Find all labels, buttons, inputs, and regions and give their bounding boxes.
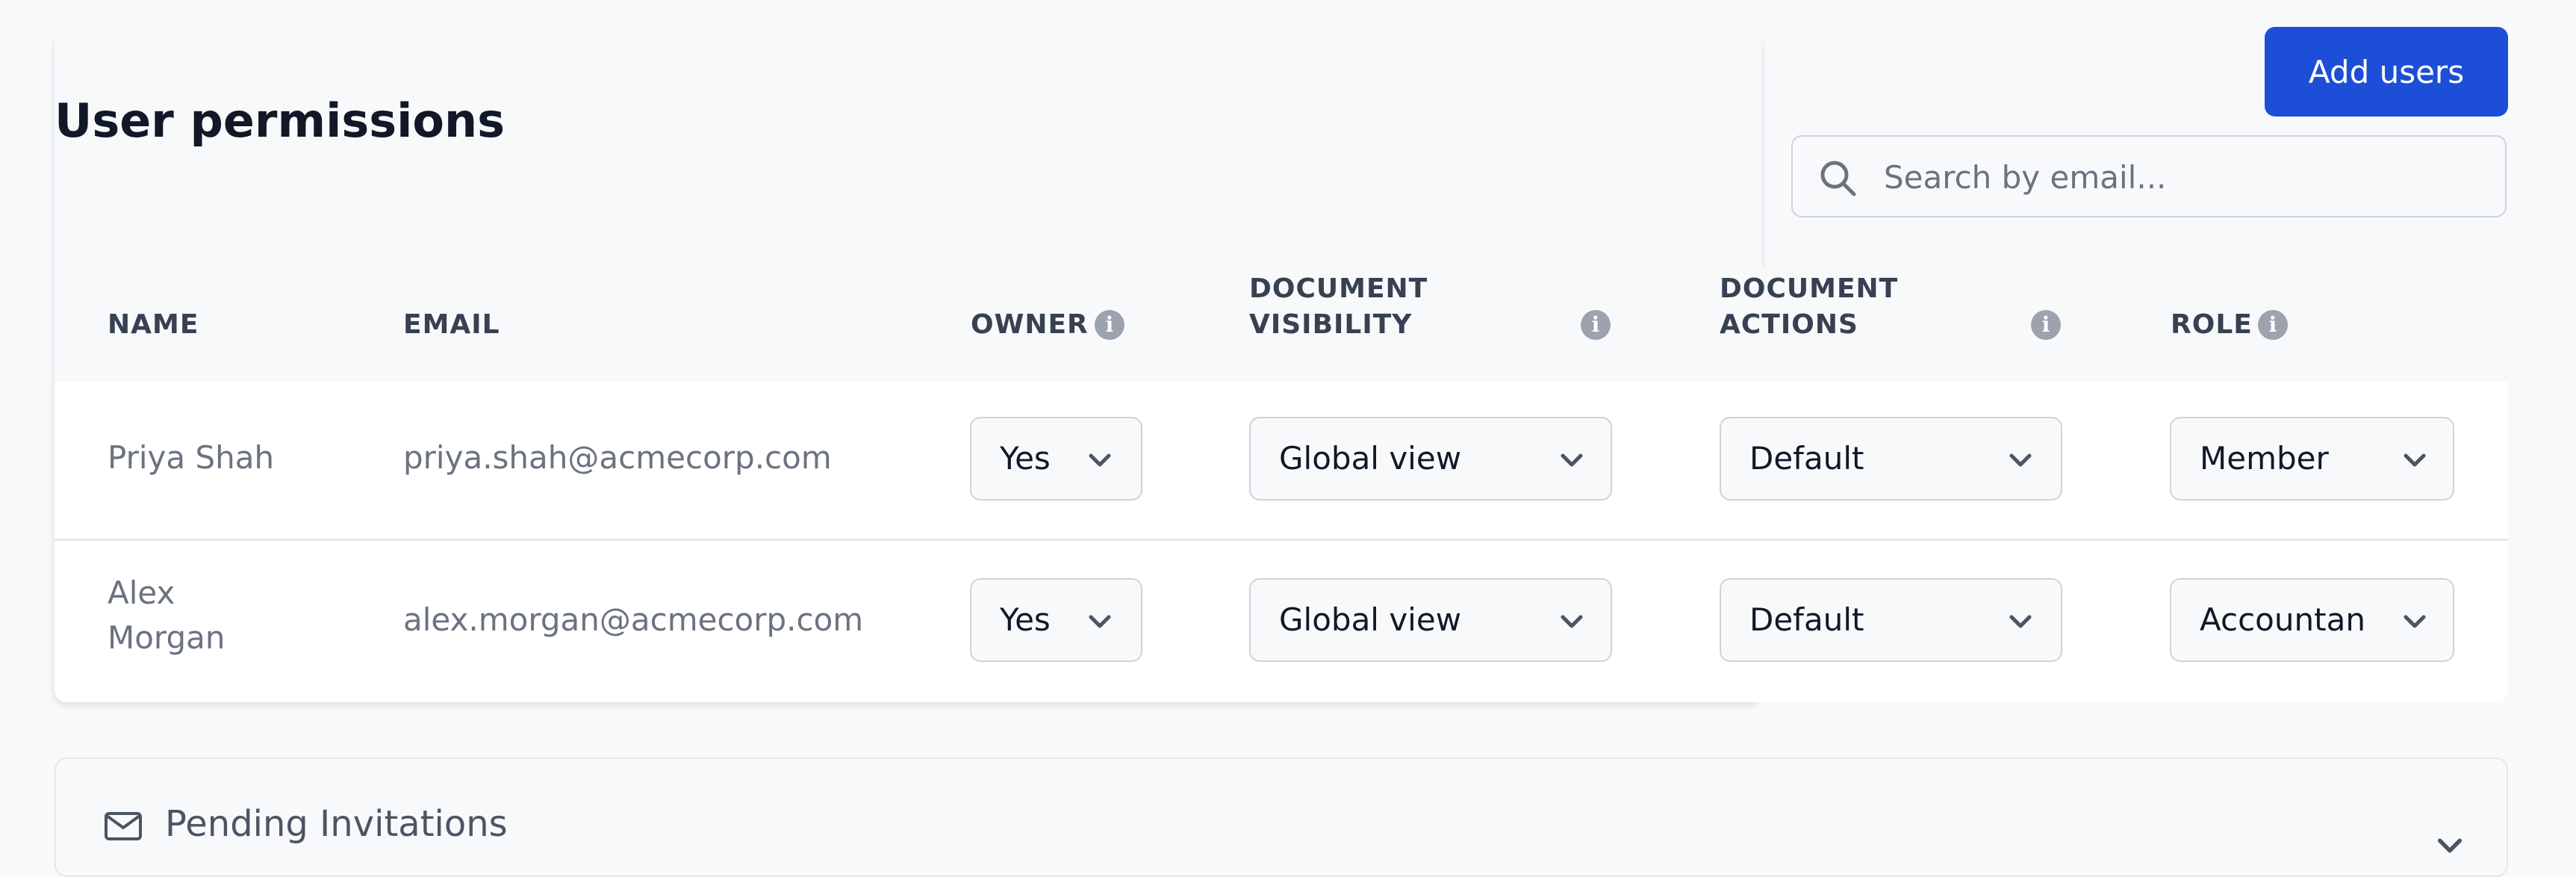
document-visibility-select[interactable]: Global view	[1249, 578, 1612, 662]
chevron-down-icon	[2404, 615, 2426, 628]
document-actions-value: Default	[1749, 601, 1864, 638]
role-info-icon[interactable]: i	[2258, 310, 2288, 340]
user-email: priya.shah@acmecorp.com	[403, 439, 832, 476]
document-visibility-select[interactable]: Global view	[1249, 417, 1612, 501]
user-name-line: Alex	[108, 574, 175, 611]
role-select[interactable]: Member	[2170, 417, 2454, 501]
table-row: Alex Morgan alex.morgan@acmecorp.com Yes…	[55, 541, 2508, 702]
owner-value: Yes	[1000, 601, 1051, 638]
role-value: Member	[2200, 440, 2329, 477]
document-actions-select[interactable]: Default	[1720, 578, 2062, 662]
document-visibility-value: Global view	[1279, 440, 1462, 477]
chevron-down-icon	[1561, 453, 1583, 467]
chevron-down-icon	[1089, 615, 1111, 628]
role-select[interactable]: Accountan	[2170, 578, 2454, 662]
mail-icon	[105, 812, 142, 840]
chevron-down-icon	[1089, 453, 1111, 467]
column-header-owner: OWNER	[971, 309, 1089, 340]
column-header-label: DOCUMENT	[1720, 273, 1899, 304]
column-header-name: NAME	[108, 309, 199, 340]
chevron-down-icon	[2009, 453, 2032, 467]
column-header-role: ROLE	[2171, 309, 2253, 340]
search-box[interactable]	[1791, 135, 2507, 217]
column-header-document-actions: DOCUMENT ACTIONS	[1720, 271, 1898, 343]
chevron-down-icon[interactable]	[2435, 831, 2465, 861]
page-title: User permissions	[55, 93, 505, 148]
add-users-button[interactable]: Add users	[2265, 27, 2508, 117]
document-visibility-value: Global view	[1279, 601, 1462, 638]
chevron-down-icon	[1561, 615, 1583, 628]
table-header: NAME EMAIL OWNER i DOCUMENT VISIBILITY i…	[55, 268, 2508, 382]
column-header-email: EMAIL	[403, 309, 500, 340]
document-visibility-info-icon[interactable]: i	[1581, 310, 1611, 340]
document-actions-value: Default	[1749, 440, 1864, 477]
user-name-line: Morgan	[108, 619, 225, 656]
pending-invitations-panel[interactable]: Pending Invitations	[55, 757, 2508, 877]
role-value: Accountan	[2200, 601, 2365, 638]
owner-value: Yes	[1000, 440, 1051, 477]
owner-select[interactable]: Yes	[970, 417, 1142, 501]
column-header-document-visibility: DOCUMENT VISIBILITY	[1249, 271, 1428, 343]
column-header-label: ACTIONS	[1720, 309, 1858, 340]
document-actions-info-icon[interactable]: i	[2031, 310, 2061, 340]
document-actions-select[interactable]: Default	[1720, 417, 2062, 501]
owner-info-icon[interactable]: i	[1095, 310, 1124, 340]
owner-select[interactable]: Yes	[970, 578, 1142, 662]
table-row: Priya Shah priya.shah@acmecorp.com Yes G…	[55, 382, 2508, 541]
user-name: Priya Shah	[108, 439, 275, 476]
column-header-label: DOCUMENT	[1249, 273, 1428, 304]
chevron-down-icon	[2404, 453, 2426, 467]
chevron-down-icon	[2009, 615, 2032, 628]
pending-invitations-title: Pending Invitations	[165, 803, 508, 845]
search-icon	[1820, 161, 1856, 196]
user-name: Alex Morgan	[108, 571, 225, 660]
column-header-label: VISIBILITY	[1249, 309, 1413, 340]
search-input[interactable]	[1882, 137, 2483, 217]
user-email: alex.morgan@acmecorp.com	[403, 601, 864, 638]
